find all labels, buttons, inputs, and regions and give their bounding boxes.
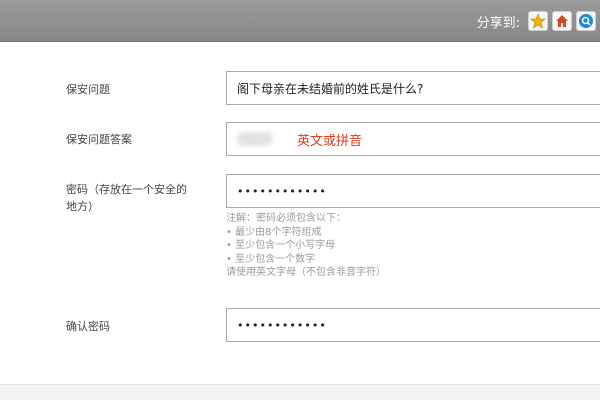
share-label: 分享到: xyxy=(476,15,520,31)
share-button-1[interactable] xyxy=(528,11,548,31)
top-bar: 分享到: xyxy=(0,0,600,42)
password-value: •••••••••••• xyxy=(237,184,327,198)
security-question-label: 保安问题 xyxy=(66,83,110,96)
password-note: • 至少包含一个数字 xyxy=(226,253,316,265)
password-label: 密码（存放在一个安全的 地方） xyxy=(66,181,187,215)
security-answer-label: 保安问题答案 xyxy=(66,133,132,146)
house-icon xyxy=(555,14,569,28)
confirm-password-input[interactable]: •••••••••••• xyxy=(226,308,600,342)
bottom-divider xyxy=(0,384,600,400)
password-note: 请使用英文字母（不包含非音字符） xyxy=(226,267,386,278)
password-note: • 至少包含一个小写字母 xyxy=(226,240,336,251)
password-label-line2: 地方） xyxy=(66,200,99,213)
redacted-answer xyxy=(237,132,273,146)
password-note: 注解：密码必须包含以下： xyxy=(226,213,346,224)
security-question-select[interactable]: 阁下母亲在未结婚前的姓氏是什么? xyxy=(226,71,600,105)
share-toolbar: 分享到: xyxy=(477,8,600,34)
security-question-value: 阁下母亲在未结婚前的姓氏是什么? xyxy=(237,81,424,96)
security-answer-input[interactable]: 英文或拼音 xyxy=(226,122,600,156)
password-input[interactable]: •••••••••••• xyxy=(226,174,600,208)
confirm-password-value: •••••••••••• xyxy=(237,318,327,332)
password-note: • 最少由8个字符组成 xyxy=(226,226,322,238)
share-button-3[interactable] xyxy=(576,11,596,31)
search-circle-icon xyxy=(579,14,593,28)
security-answer-hint: 英文或拼音 xyxy=(297,133,363,149)
password-label-line1: 密码（存放在一个安全的 xyxy=(66,183,187,196)
star-icon xyxy=(530,13,546,29)
share-button-2[interactable] xyxy=(552,11,572,31)
password-notes: 注解：密码必须包含以下： • 最少由8个字符组成 • 至少包含一个小写字母 • … xyxy=(226,212,586,280)
confirm-password-label: 确认密码 xyxy=(66,320,110,333)
